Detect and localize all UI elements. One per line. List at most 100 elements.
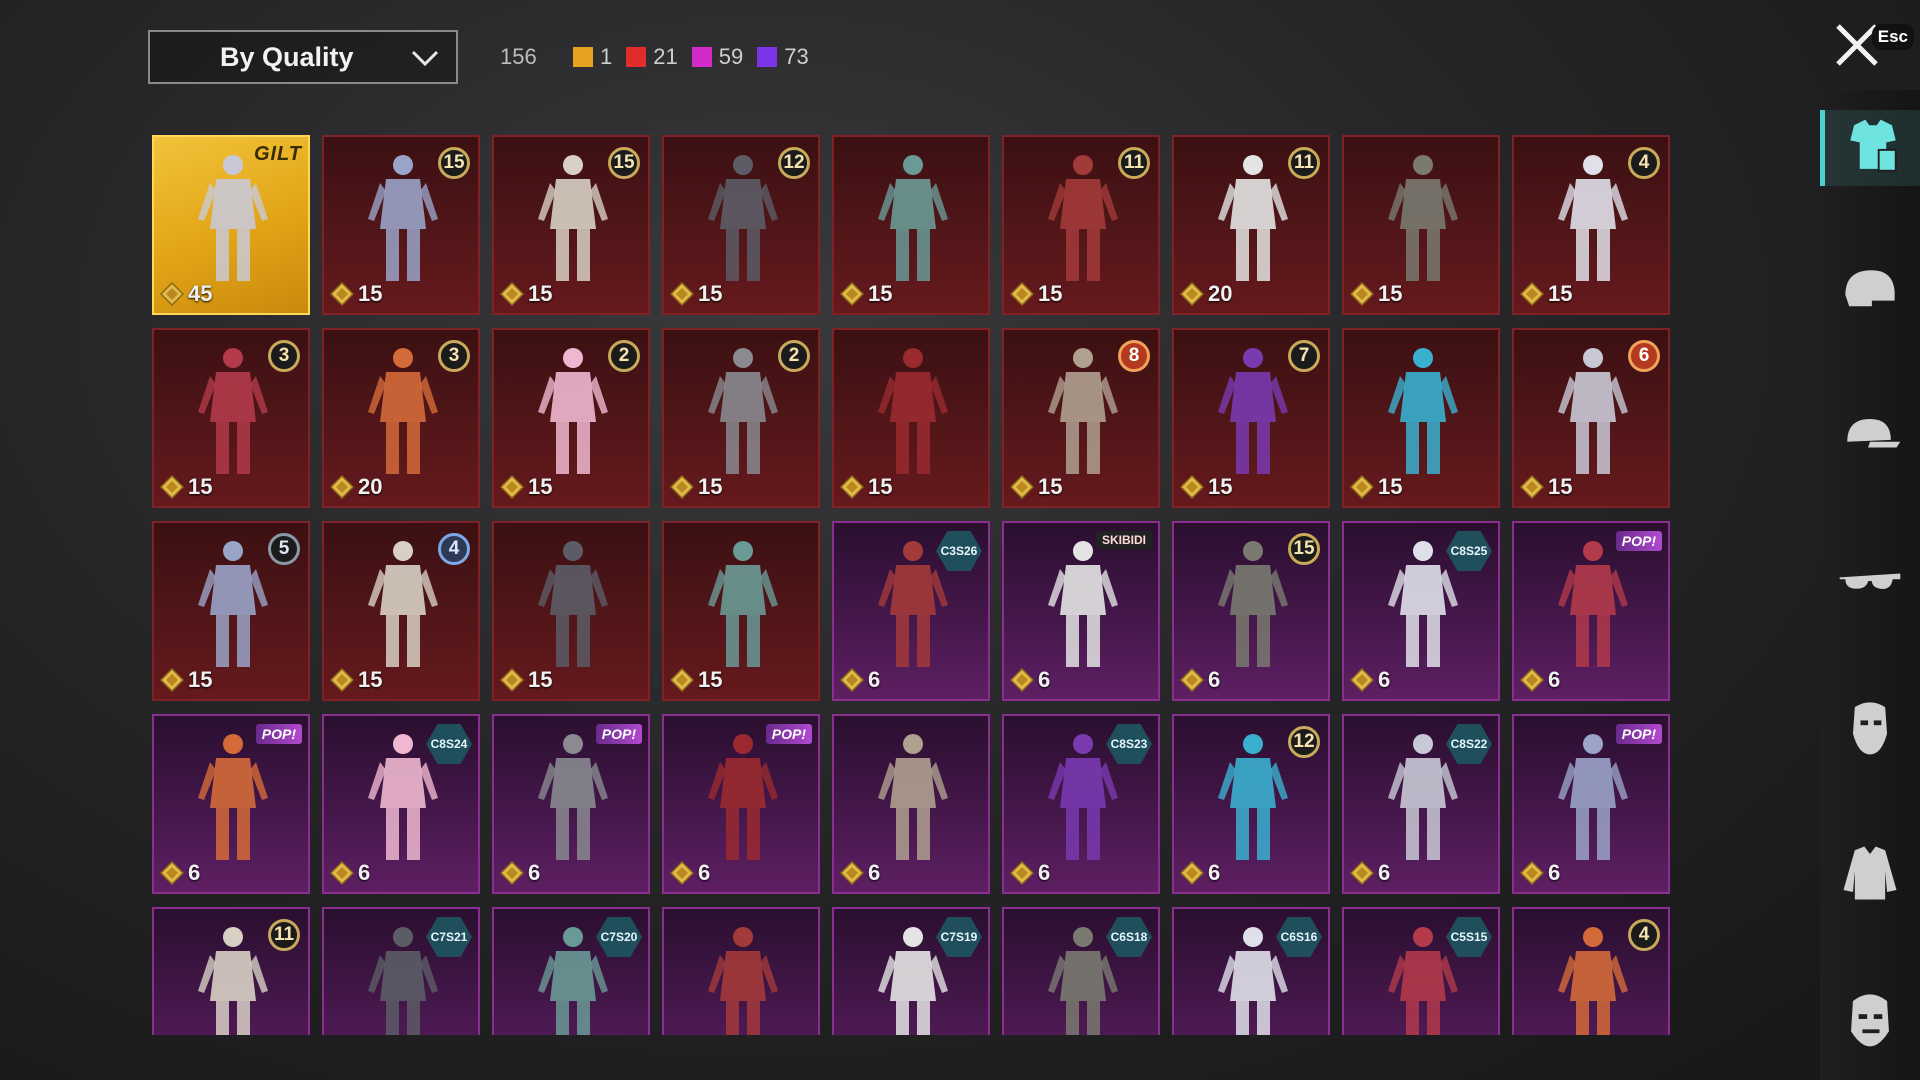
outfit-card[interactable]: POP! 6 — [1512, 521, 1670, 701]
coin-icon — [330, 282, 354, 306]
outfit-card[interactable]: 15 6 — [1172, 521, 1330, 701]
cost-display: 20 — [1180, 281, 1232, 307]
level-badge: 7 — [1288, 340, 1320, 372]
level-badge: 4 — [438, 533, 470, 565]
sidebar-tab-jacket[interactable] — [1832, 835, 1908, 911]
outfit-card[interactable]: C6S16 — [1172, 907, 1330, 1035]
outfit-card[interactable]: C3S26 6 — [832, 521, 990, 701]
sidebar-tab-helmet[interactable] — [1832, 255, 1908, 331]
outfit-card[interactable]: POP! 6 — [662, 714, 820, 894]
outfit-figure-icon — [1388, 155, 1458, 281]
outfit-icon — [1849, 119, 1897, 172]
cost-value: 15 — [188, 667, 213, 692]
outfit-card[interactable]: 6 15 — [1512, 328, 1670, 508]
cost-display: 6 — [1180, 860, 1220, 886]
outfit-card[interactable]: 15 — [832, 328, 990, 508]
outfit-card[interactable]: C7S21 — [322, 907, 480, 1035]
outfit-card[interactable]: 11 — [152, 907, 310, 1035]
outfit-card[interactable]: C7S20 — [492, 907, 650, 1035]
coin-icon — [1350, 282, 1374, 306]
outfit-card[interactable]: 15 — [1342, 135, 1500, 315]
collab-tag: SKIBIDI — [1095, 531, 1152, 549]
coin-icon — [1350, 668, 1374, 692]
outfit-card[interactable]: 2 15 — [492, 328, 650, 508]
cost-value: 15 — [868, 474, 893, 499]
outfit-figure-icon — [708, 348, 778, 474]
sidebar-tab-mask[interactable] — [1832, 690, 1908, 766]
coin-icon — [1010, 282, 1034, 306]
outfit-card[interactable]: 12 6 — [1172, 714, 1330, 894]
outfit-card[interactable]: 15 15 — [492, 135, 650, 315]
level-badge: 3 — [438, 340, 470, 372]
outfit-card[interactable]: 12 15 — [662, 135, 820, 315]
coin-icon — [1520, 282, 1544, 306]
outfit-card[interactable]: POP! 6 — [152, 714, 310, 894]
sidebar-tab-glasses[interactable] — [1832, 545, 1908, 621]
close-button[interactable]: Esc — [1832, 20, 1914, 80]
outfit-figure-icon — [878, 348, 948, 474]
outfit-card[interactable]: 15 — [662, 521, 820, 701]
outfit-card[interactable]: C8S23 6 — [1002, 714, 1160, 894]
cost-display: 15 — [670, 281, 722, 307]
outfit-card[interactable]: 6 — [832, 714, 990, 894]
outfit-card[interactable]: GILT 45 — [152, 135, 310, 315]
outfit-figure-icon — [1218, 155, 1288, 281]
coin-icon — [1010, 475, 1034, 499]
cost-value: 20 — [1208, 281, 1233, 306]
legend-count: 1 — [600, 44, 613, 69]
outfit-card[interactable]: C8S25 6 — [1342, 521, 1500, 701]
outfit-card[interactable]: 3 15 — [152, 328, 310, 508]
cost-display: 15 — [160, 474, 212, 500]
outfit-card[interactable]: 7 15 — [1172, 328, 1330, 508]
level-badge: 6 — [1628, 340, 1660, 372]
legend-swatch — [691, 47, 712, 67]
cost-value: 15 — [698, 281, 723, 306]
outfit-card[interactable]: 11 20 — [1172, 135, 1330, 315]
outfit-card[interactable]: 4 15 — [322, 521, 480, 701]
outfit-card[interactable]: 4 — [1512, 907, 1670, 1035]
outfit-card[interactable]: C8S22 6 — [1342, 714, 1500, 894]
sort-dropdown[interactable]: By Quality — [148, 30, 458, 84]
coin-icon — [160, 861, 184, 885]
outfit-card[interactable]: 8 15 — [1002, 328, 1160, 508]
outfit-figure-icon — [538, 734, 608, 860]
sidebar-tab-outfit[interactable] — [1820, 110, 1920, 186]
outfit-card[interactable]: C7S19 — [832, 907, 990, 1035]
cost-value: 6 — [868, 667, 881, 692]
cost-value: 6 — [1038, 667, 1051, 692]
cost-value: 20 — [358, 474, 383, 499]
coin-icon — [330, 475, 354, 499]
sidebar-tab-face[interactable] — [1832, 980, 1908, 1056]
sidebar-tab-cap[interactable] — [1832, 400, 1908, 476]
outfit-figure-icon — [878, 155, 948, 281]
coin-icon — [330, 668, 354, 692]
outfit-card[interactable]: C5S15 — [1342, 907, 1500, 1035]
outfit-card[interactable]: POP! 6 — [1512, 714, 1670, 894]
cost-value: 15 — [1378, 474, 1403, 499]
cost-display: 15 — [1520, 474, 1572, 500]
outfit-card[interactable]: 3 20 — [322, 328, 480, 508]
outfit-card[interactable]: POP! 6 — [492, 714, 650, 894]
outfit-card[interactable]: SKIBIDI 6 — [1002, 521, 1160, 701]
outfit-card[interactable]: 11 15 — [1002, 135, 1160, 315]
outfit-card[interactable]: 15 — [1342, 328, 1500, 508]
outfit-card[interactable] — [662, 907, 820, 1035]
cost-value: 6 — [698, 860, 711, 885]
cost-value: 6 — [358, 860, 371, 885]
outfit-card[interactable]: 2 15 — [662, 328, 820, 508]
outfit-card[interactable]: 15 — [492, 521, 650, 701]
outfit-card[interactable]: C6S18 — [1002, 907, 1160, 1035]
outfit-card[interactable]: 15 15 — [322, 135, 480, 315]
coin-icon — [330, 861, 354, 885]
coin-icon — [500, 282, 524, 306]
outfit-card[interactable]: C8S24 6 — [322, 714, 480, 894]
cost-display: 15 — [330, 281, 382, 307]
outfit-card[interactable]: 5 15 — [152, 521, 310, 701]
cost-display: 15 — [840, 474, 892, 500]
coin-icon — [500, 475, 524, 499]
coin-icon — [500, 861, 524, 885]
outfit-card[interactable]: 4 15 — [1512, 135, 1670, 315]
outfit-figure-icon — [1558, 927, 1628, 1035]
cost-display: 6 — [840, 860, 880, 886]
outfit-card[interactable]: 15 — [832, 135, 990, 315]
